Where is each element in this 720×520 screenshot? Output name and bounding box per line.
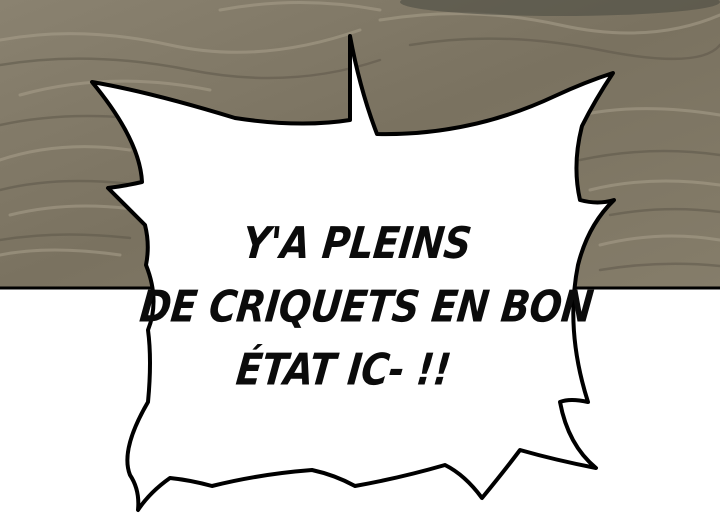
speech-line-3: ÉTAT IC- !! xyxy=(233,344,454,395)
speech-line-2: DE CRIQUETS EN BON xyxy=(137,281,596,332)
speech-line-1: Y'A PLEINS xyxy=(240,217,474,269)
comic-panel: Y'A PLEINS DE CRIQUETS EN BON ÉTAT IC- !… xyxy=(0,0,720,520)
speech-bubble-text: Y'A PLEINS DE CRIQUETS EN BON ÉTAT IC- !… xyxy=(130,212,596,402)
